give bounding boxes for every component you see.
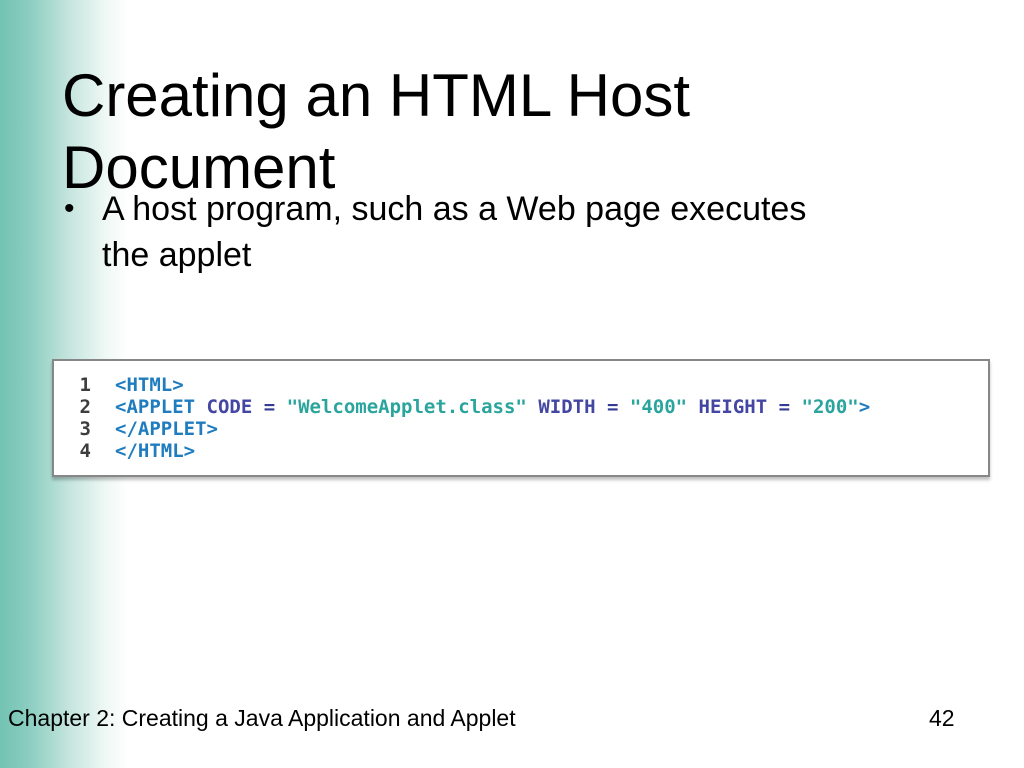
code-segment: = [778,396,791,418]
code-segment: </HTML> [115,440,196,462]
slide-background: Creating an HTML Host Document • A host … [0,0,1024,768]
code-segment: <APPLET [115,396,207,418]
bullet-text: A host program, such as a Web page execu… [102,190,807,274]
code-box: 1 <HTML> 2 <APPLET CODE = "WelcomeApplet.cl… [52,359,990,477]
code-segment: CODE [206,396,253,418]
code-segment: HEIGHT [698,396,768,418]
bullet-item: • A host program, such as a Web page exe… [62,186,852,278]
line-number: 3 [79,418,91,440]
code-segment: = [263,396,276,418]
code-line: 1 <HTML> [78,374,988,396]
code-line: 2 <APPLET CODE = "WelcomeApplet.class" WI… [78,396,988,418]
line-number: 4 [79,440,91,462]
code-line: 4 </HTML> [78,440,988,462]
slide-title: Creating an HTML Host Document [62,62,691,202]
line-number: 2 [79,396,91,418]
footer-text: Chapter 2: Creating a Java Application a… [8,705,516,731]
code-segment: = [606,396,619,418]
code-segment: "400" [629,396,688,418]
code-line: 3 </APPLET> [78,418,988,440]
code-segment: WIDTH [538,396,596,418]
code-segment: "200" [801,396,859,418]
code-segment: </APPLET> [115,418,218,440]
page-number: 42 [929,705,955,731]
code-segment: "WelcomeApplet.class" [286,396,527,418]
code-segment: > [858,396,871,418]
bullet-marker: • [64,192,75,225]
code-segment: <HTML> [115,374,184,396]
line-number: 1 [79,374,91,396]
